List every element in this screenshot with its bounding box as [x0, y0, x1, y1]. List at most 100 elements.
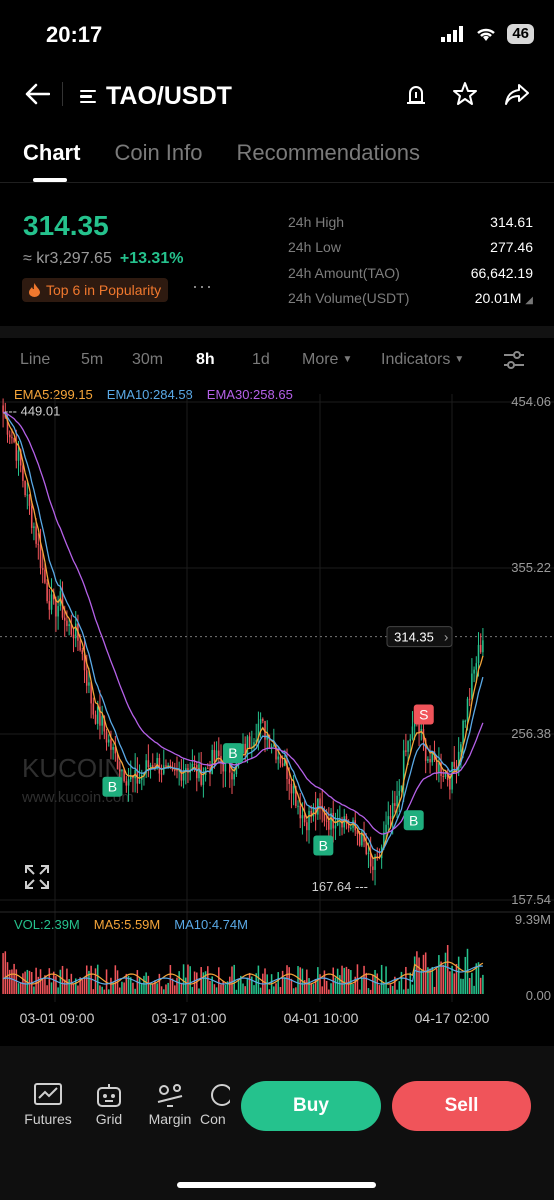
- volume-bar: [101, 986, 103, 994]
- tab-recommendations[interactable]: Recommendations: [237, 140, 420, 166]
- candle-body: [81, 650, 84, 655]
- volume-bar: [365, 972, 368, 994]
- candle-body: [11, 437, 13, 439]
- volume-bar: [143, 975, 145, 994]
- candle-body: [231, 772, 233, 780]
- y-axis-tick: 256.38: [511, 726, 551, 741]
- pair-selector[interactable]: TAO/USDT: [80, 82, 232, 111]
- more-options-icon[interactable]: ···: [192, 276, 213, 297]
- volume-bar: [13, 963, 15, 994]
- volume-bar: [264, 968, 266, 994]
- fullscreen-icon[interactable]: [24, 864, 50, 890]
- price-alert-icon[interactable]: [404, 82, 428, 106]
- price-chart[interactable]: KUCOINwww.kucoin.com BBBSB 454.06355.222…: [0, 382, 554, 1032]
- interval-8h[interactable]: 8h: [196, 351, 215, 369]
- section-separator: [0, 326, 554, 338]
- share-icon[interactable]: [503, 82, 531, 106]
- volume-bar: [330, 983, 332, 994]
- candle-body: [418, 724, 420, 733]
- candle-body: [449, 779, 451, 790]
- volume-bar: [151, 983, 154, 994]
- interval-30m[interactable]: 30m: [132, 351, 163, 369]
- grid-shortcut[interactable]: Grid: [79, 1082, 139, 1127]
- tab-coin-info[interactable]: Coin Info: [114, 140, 202, 166]
- interval-line[interactable]: Line: [20, 351, 50, 369]
- candle-body: [301, 815, 304, 819]
- buy-button[interactable]: Buy: [241, 1081, 381, 1131]
- interval-1d[interactable]: 1d: [252, 351, 270, 369]
- favorite-star-icon[interactable]: [452, 81, 478, 107]
- vol-axis-min: 0.00: [526, 988, 551, 1003]
- candle-body: [121, 769, 123, 772]
- candle-body: [466, 698, 469, 721]
- chart-settings-icon[interactable]: [502, 350, 526, 370]
- volume-bar: [391, 986, 394, 994]
- candle-body: [427, 758, 429, 761]
- volume-bar: [28, 970, 31, 994]
- grid-label: Grid: [95, 1111, 123, 1127]
- candle-body: [328, 820, 330, 830]
- candle-body: [147, 760, 150, 768]
- volume-bar: [213, 984, 216, 994]
- vol-value: VOL:2.39M: [14, 917, 80, 932]
- futures-shortcut[interactable]: Futures: [18, 1082, 78, 1127]
- candle-body: [460, 744, 462, 752]
- tab-chart[interactable]: Chart: [23, 140, 80, 166]
- sell-button[interactable]: Sell: [392, 1081, 531, 1131]
- status-icons: 46: [441, 24, 534, 44]
- volume-bar: [259, 987, 262, 994]
- y-axis-tick: 355.22: [511, 560, 551, 575]
- volume-bar: [218, 967, 220, 994]
- candle-body: [233, 774, 235, 780]
- stat-row: 24h High 314.61: [288, 209, 533, 235]
- volume-bar: [81, 979, 84, 994]
- volume-bar: [11, 969, 13, 994]
- candle-body: [35, 526, 37, 544]
- candle-body: [193, 763, 196, 765]
- volume-bars: [2, 945, 484, 994]
- volume-bar: [158, 973, 161, 994]
- volume-bar: [211, 976, 213, 994]
- candle-body: [24, 480, 26, 496]
- popularity-badge[interactable]: Top 6 in Popularity: [22, 278, 169, 302]
- volume-bar: [165, 984, 167, 994]
- candle-body: [149, 765, 152, 768]
- volume-bar: [286, 965, 288, 994]
- candle-body: [94, 714, 97, 724]
- indicators-dropdown[interactable]: Indicators ▼: [381, 351, 464, 369]
- candle-body: [398, 790, 401, 796]
- back-arrow-icon[interactable]: [24, 83, 50, 105]
- candle-body: [158, 758, 161, 774]
- margin-shortcut[interactable]: Margin: [140, 1082, 200, 1127]
- volume-bar: [209, 980, 211, 994]
- candle-body: [409, 738, 412, 742]
- candle-body: [174, 769, 176, 771]
- futures-icon: [34, 1083, 62, 1105]
- volume-bar: [55, 976, 57, 994]
- volume-bar: [244, 986, 246, 994]
- volume-bar: [251, 976, 253, 994]
- stat-row: 24h Low 277.46: [288, 235, 533, 261]
- volume-bar: [121, 981, 123, 994]
- volume-bar: [345, 966, 348, 994]
- candle-body: [72, 634, 75, 639]
- interval-5m[interactable]: 5m: [81, 351, 103, 369]
- candle-body: [475, 663, 478, 670]
- tab-bar: Chart Coin Info Recommendations: [23, 140, 420, 166]
- volume-bar: [284, 977, 286, 994]
- more-intervals-dropdown[interactable]: More ▼: [302, 351, 352, 369]
- volume-bar: [176, 977, 178, 994]
- volume-bar: [147, 975, 150, 994]
- candle-body: [277, 756, 279, 760]
- candle-body: [394, 803, 396, 806]
- candle-body: [389, 816, 392, 820]
- volume-bar: [343, 967, 346, 994]
- convert-shortcut[interactable]: Con: [200, 1082, 232, 1127]
- volume-bar: [50, 982, 53, 994]
- volume-bar: [339, 975, 341, 994]
- candle-body: [218, 750, 220, 757]
- caret-down-icon: ▼: [454, 354, 465, 366]
- volume-bar: [253, 985, 255, 994]
- volume-bar: [312, 984, 315, 994]
- convert-icon: [211, 1084, 232, 1106]
